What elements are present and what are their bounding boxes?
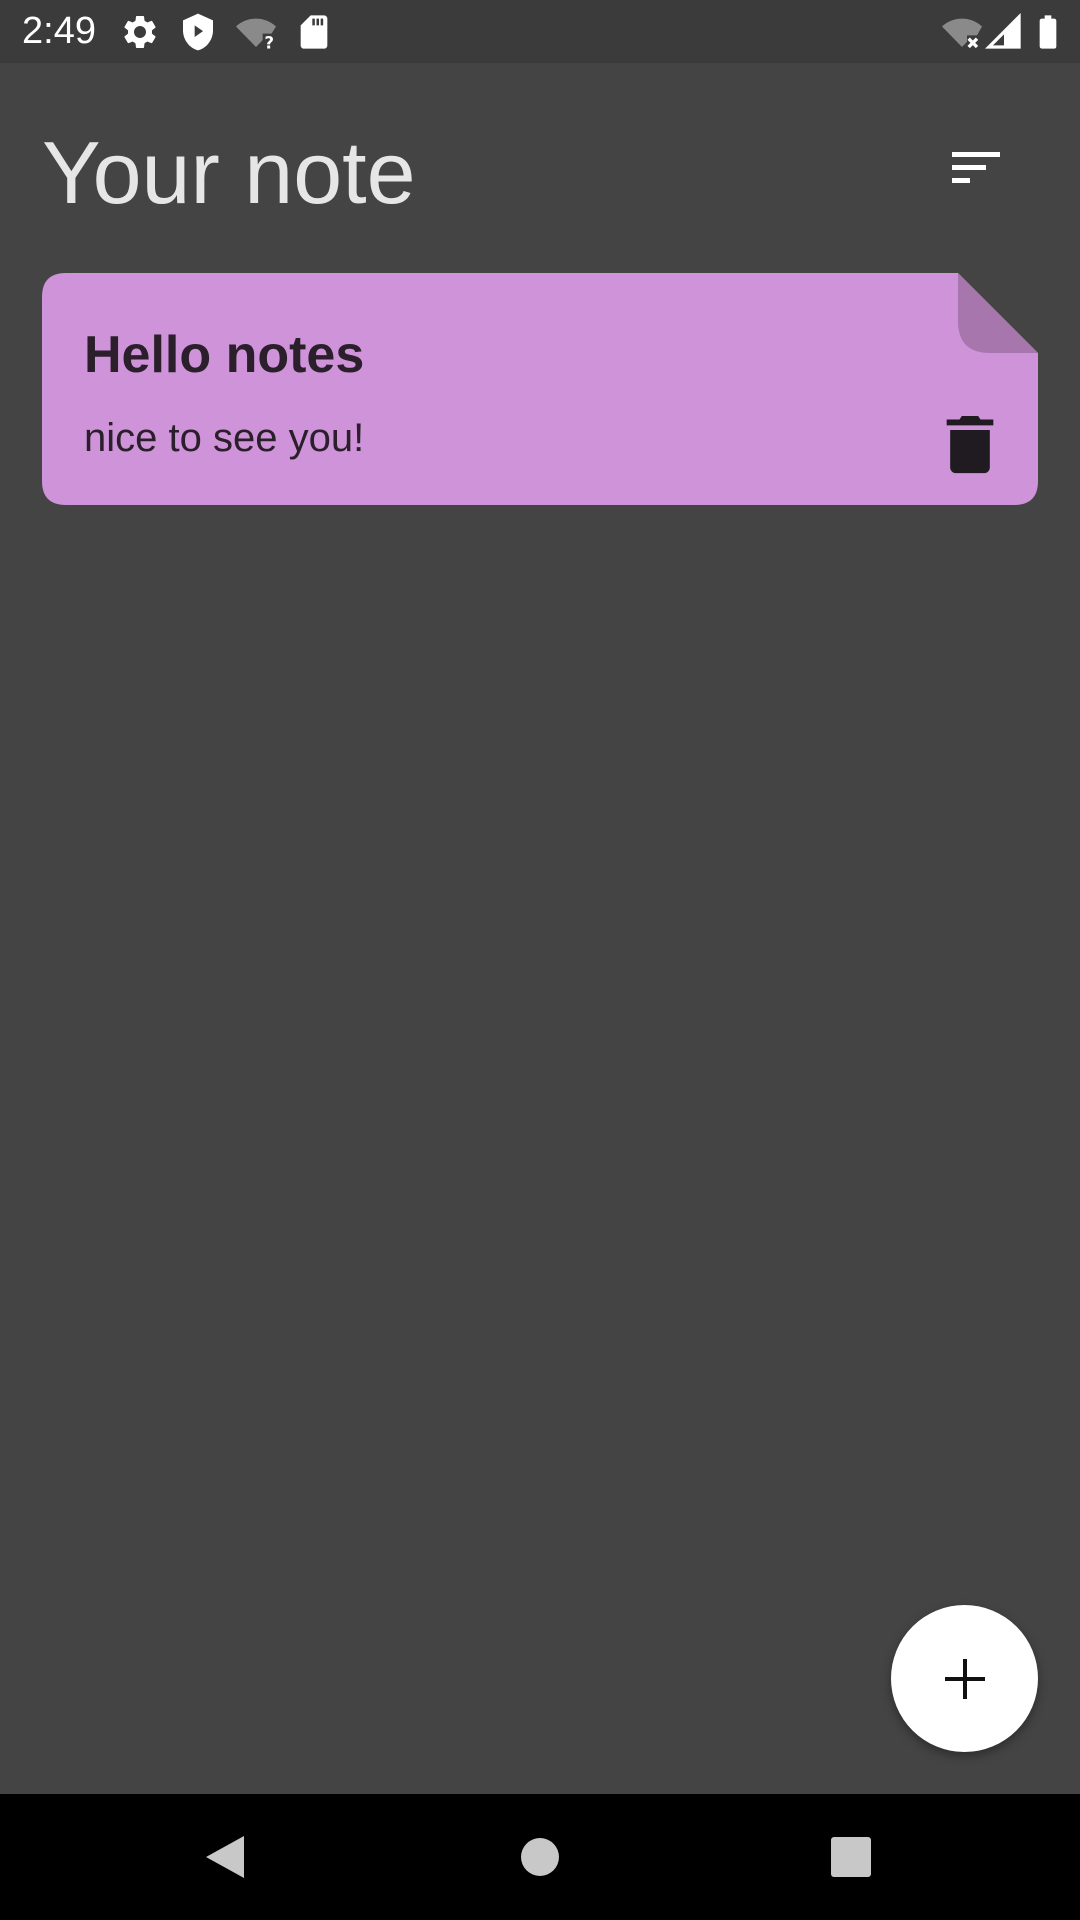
settings-icon bbox=[120, 12, 160, 52]
battery-icon bbox=[1028, 12, 1068, 52]
notes-screen: 2:49 ? Your note Hello notes nice to see… bbox=[0, 0, 1080, 1920]
delete-note-button[interactable] bbox=[942, 413, 998, 475]
sort-button[interactable] bbox=[940, 138, 1012, 198]
plus-icon bbox=[944, 1658, 985, 1699]
recents-icon bbox=[831, 1837, 871, 1877]
note-content: nice to see you! bbox=[84, 416, 365, 460]
back-button[interactable] bbox=[192, 1824, 258, 1890]
note-fold-corner bbox=[958, 273, 1038, 353]
back-icon bbox=[206, 1836, 244, 1878]
wifi-off-icon bbox=[942, 12, 982, 52]
shield-icon bbox=[178, 12, 218, 52]
page-title: Your note bbox=[42, 123, 416, 222]
status-bar: 2:49 ? bbox=[0, 0, 1080, 63]
home-icon bbox=[521, 1838, 559, 1876]
note-card-background bbox=[42, 273, 1038, 505]
home-button[interactable] bbox=[507, 1824, 573, 1890]
wifi-unknown-icon: ? bbox=[236, 12, 276, 52]
status-time: 2:49 bbox=[22, 10, 96, 52]
svg-text:?: ? bbox=[264, 34, 274, 52]
sort-icon bbox=[952, 152, 1000, 183]
cellular-signal-icon bbox=[984, 12, 1024, 52]
recents-button[interactable] bbox=[818, 1824, 884, 1890]
note-title: Hello notes bbox=[84, 326, 365, 384]
note-card[interactable]: Hello notes nice to see you! bbox=[42, 273, 1038, 505]
add-note-button[interactable] bbox=[891, 1605, 1038, 1752]
sd-card-icon bbox=[294, 12, 334, 52]
trash-icon bbox=[946, 416, 994, 474]
navigation-bar bbox=[0, 1794, 1080, 1920]
